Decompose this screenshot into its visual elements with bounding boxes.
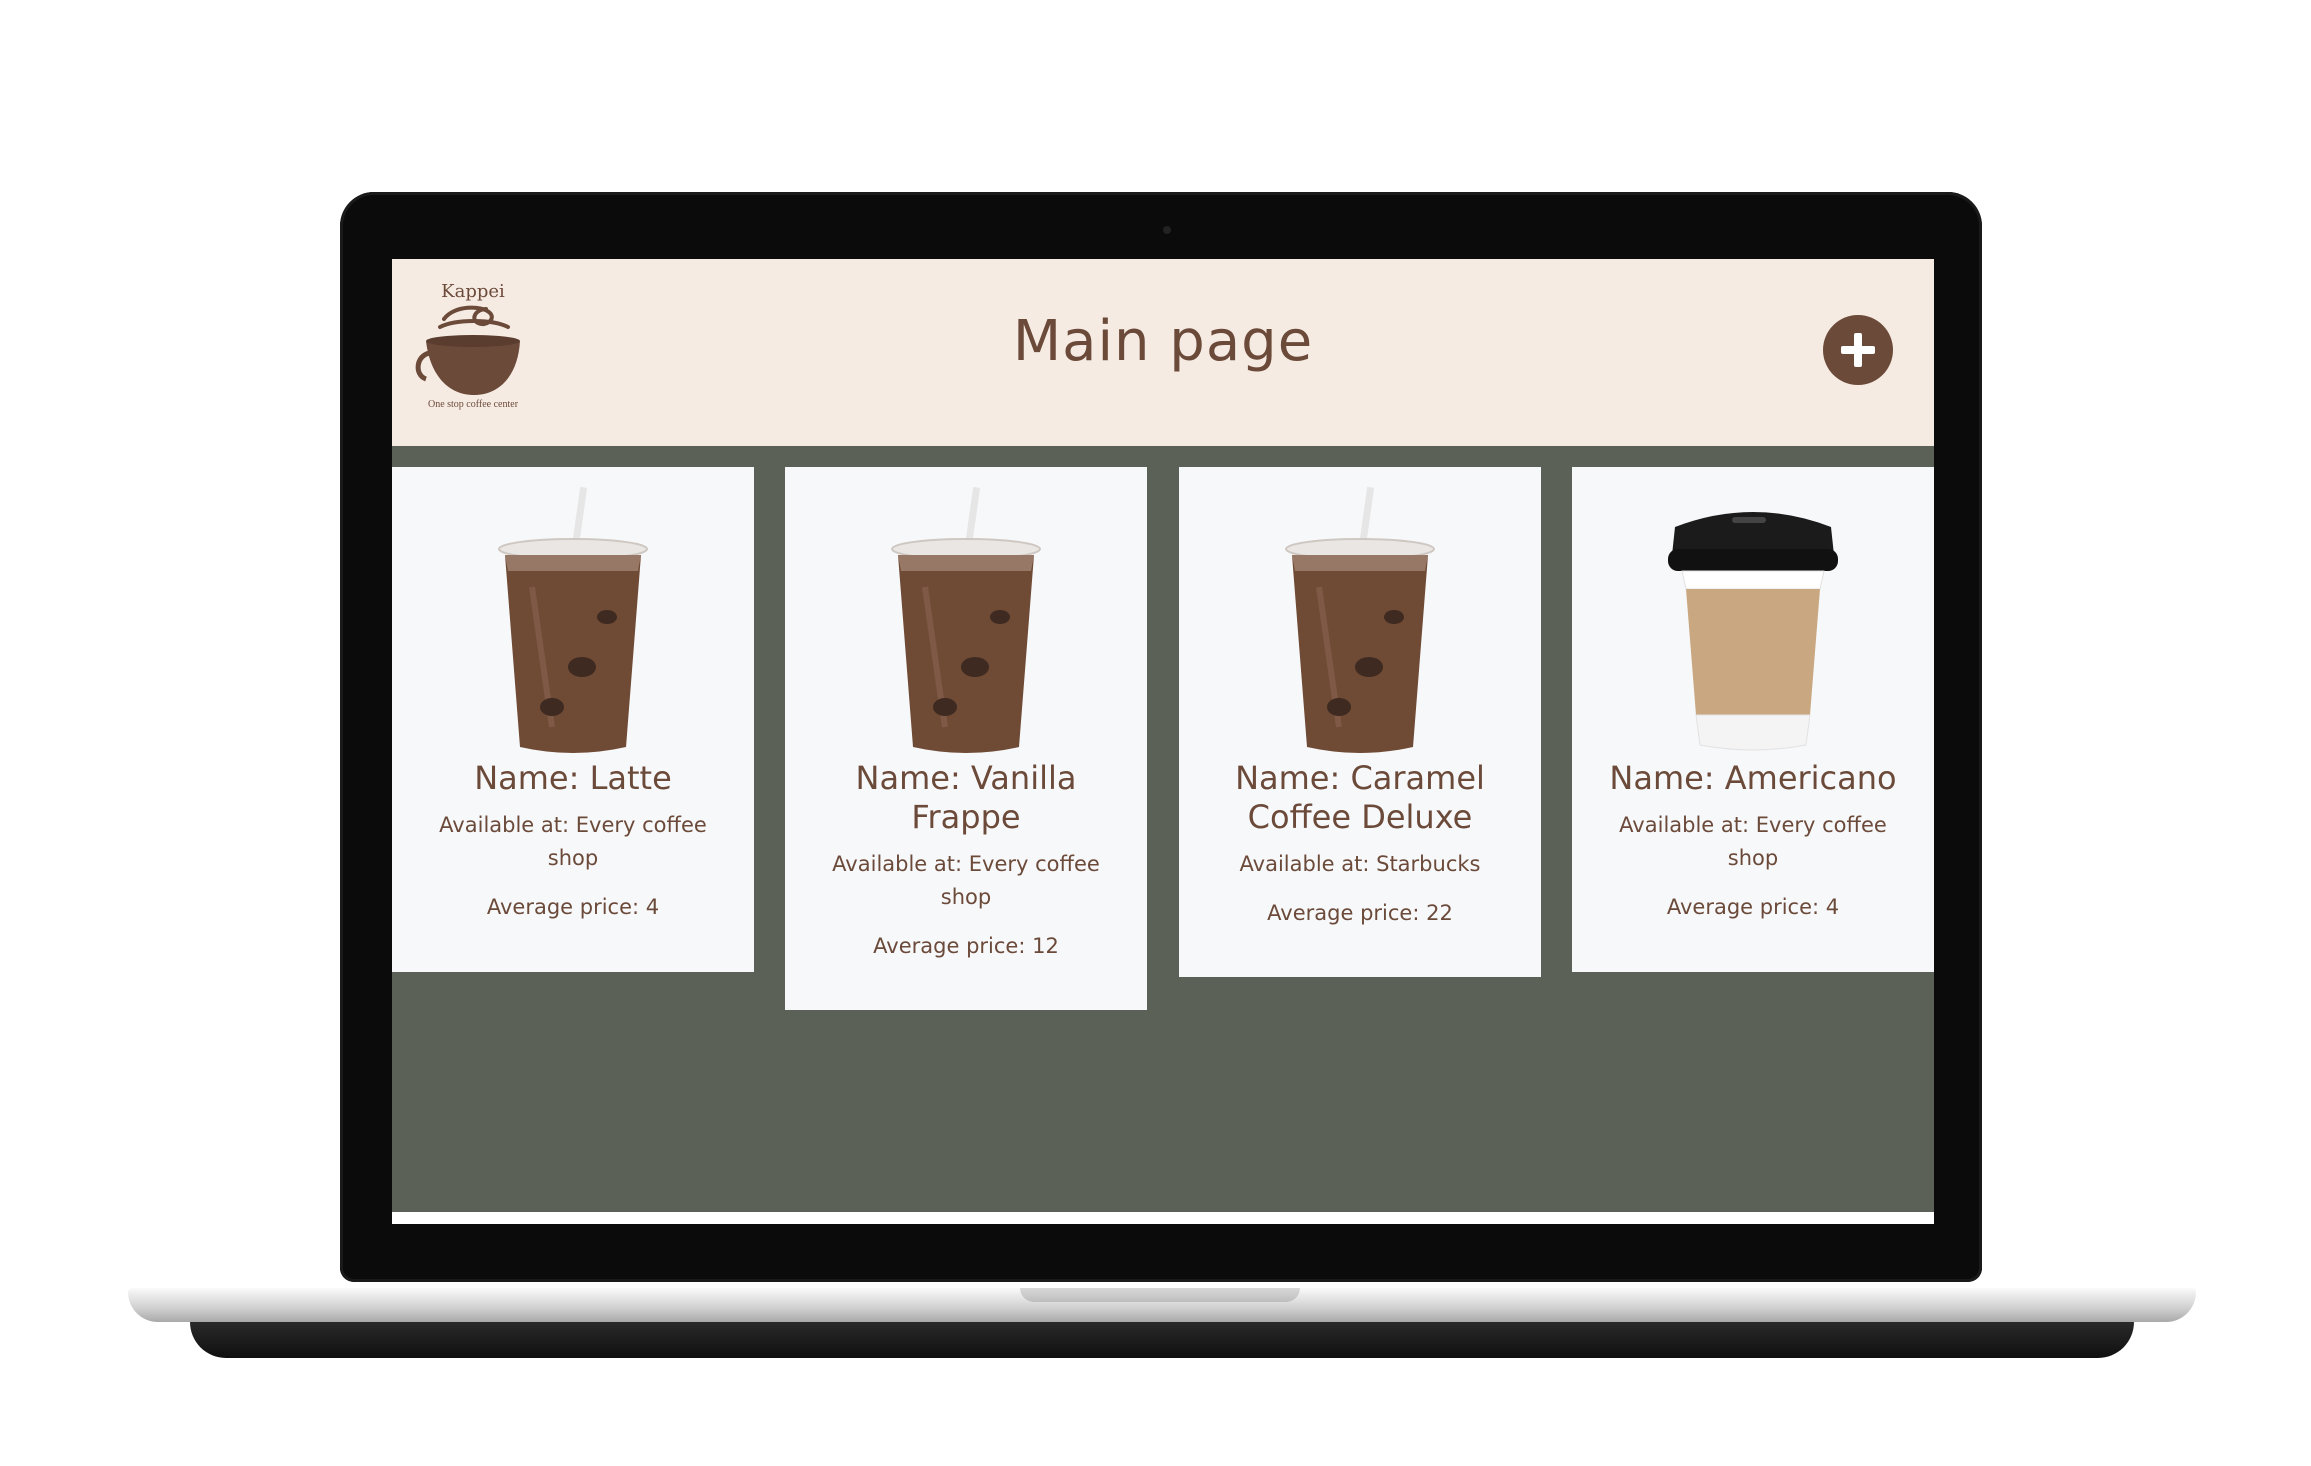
product-price: Average price: 4 — [486, 895, 660, 919]
product-price: Average price: 4 — [1666, 895, 1840, 919]
app-header: Kappei One stop coffee center Main page — [392, 259, 1934, 446]
product-price: Average price: 12 — [873, 934, 1059, 958]
webcam — [1163, 226, 1171, 234]
page-title: Main page — [1012, 309, 1314, 374]
product-name: Name: Latte — [474, 759, 672, 797]
screen-bottom-strip — [392, 1212, 1934, 1224]
product-card[interactable]: Name: Americano Available at: Every coff… — [1572, 467, 1934, 972]
product-card[interactable]: Name: Caramel Coffee Deluxe Available at… — [1179, 467, 1541, 977]
add-product-button[interactable] — [1823, 315, 1893, 385]
iced-coffee-cup-image — [891, 486, 1041, 753]
laptop-foot — [190, 1322, 2134, 1358]
app-screen: Kappei One stop coffee center Main page — [392, 259, 1934, 1223]
product-availability: Available at: Starbucks — [1239, 852, 1481, 876]
iced-coffee-cup-image — [1285, 486, 1435, 753]
product-availability: Available at: Every coffee shop — [832, 852, 1100, 909]
iced-coffee-cup-image — [498, 486, 648, 753]
logo-tagline: One stop coffee center — [427, 399, 519, 410]
hot-coffee-cup-image — [1668, 512, 1838, 751]
product-name: Name: Vanilla Frappe — [855, 759, 1077, 836]
plus-icon — [1841, 333, 1875, 367]
product-name: Name: Caramel Coffee Deluxe — [1235, 759, 1485, 836]
product-price: Average price: 22 — [1267, 901, 1453, 925]
laptop-base-notch — [1020, 1288, 1300, 1302]
product-name: Name: Americano — [1609, 759, 1897, 797]
product-availability: Available at: Every coffee shop — [439, 813, 707, 870]
product-card[interactable]: Name: Vanilla Frappe Available at: Every… — [785, 467, 1147, 1010]
product-availability: Available at: Every coffee shop — [1619, 813, 1887, 870]
product-card[interactable]: Name: Latte Available at: Every coffee s… — [392, 467, 754, 972]
